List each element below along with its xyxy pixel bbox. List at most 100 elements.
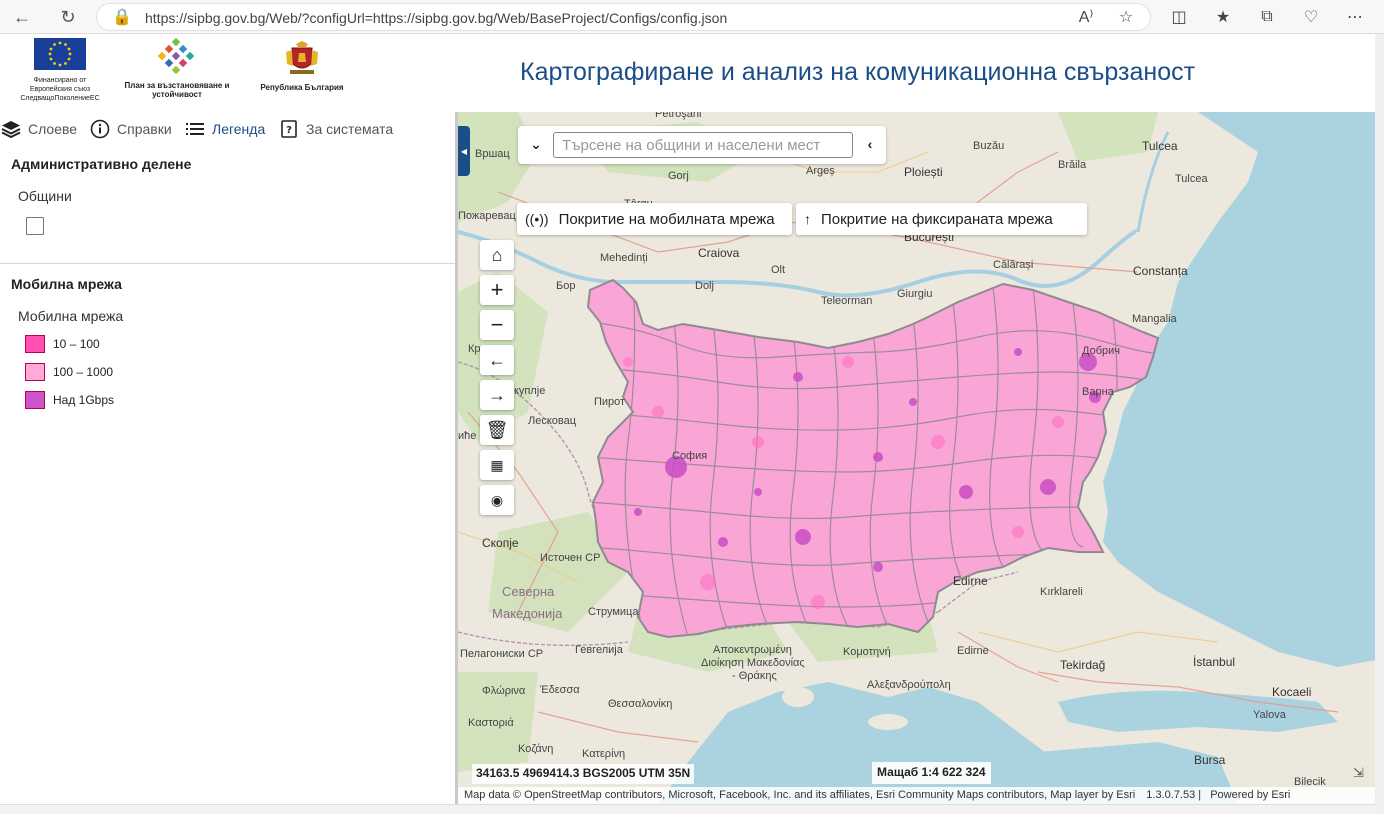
map-label: Brăila [1058,159,1087,171]
map-label: Olt [771,264,786,276]
performance-icon[interactable]: ♡ [1300,6,1322,28]
home-icon: ⌂ [491,244,503,265]
mobile-section-title: Мобилна мрежа [11,276,122,292]
map-label: Kırklareli [1040,586,1083,598]
map-label: Yalova [1253,709,1286,721]
collapse-panel-button[interactable]: ◀ [458,126,470,176]
reload-icon[interactable]: ↻ [56,5,80,29]
zoom-in-button[interactable]: + [480,275,514,305]
municipalities-label: Общини [18,188,72,204]
split-screen-icon[interactable]: ◫ [1168,6,1190,28]
map-label: Пожаревац [458,210,516,222]
antenna-icon: ((•)) [525,211,549,227]
map-label: Διοίκηση Μακεδονίας [701,657,805,669]
map-label: Вршац [475,148,510,160]
home-button[interactable]: ⌂ [480,240,514,270]
search-input[interactable] [553,132,853,158]
legend-label: 100 – 1000 [53,365,114,379]
attribution-text: Map data © OpenStreetMap contributors, M… [464,789,1136,801]
collections-icon[interactable]: ⧉ [1256,6,1278,28]
tab-reports[interactable]: Справки [89,118,172,140]
list-icon [184,118,206,140]
page-scrollbar[interactable] [1375,34,1384,814]
tab-layers[interactable]: Слоеве [0,118,77,140]
page-title: Картографиране и анализ на комуникационн… [520,58,1196,86]
address-bar[interactable]: 🔒 https://sipbg.gov.bg/Web/?configUrl=ht… [96,3,1151,31]
plan-logo-caption: План за възстановяване и устойчивост [124,81,230,99]
map-label: Bursa [1194,753,1226,767]
qr-code-button[interactable]: ▦ [480,450,514,480]
chevron-down-icon[interactable]: ⌄ [526,134,546,154]
previous-extent-button[interactable]: ← [480,345,514,375]
fixed-coverage-button[interactable]: ↑ Покритие на фиксираната мрежа [796,203,1087,235]
map-label: Θεσσαλονίκη [608,698,673,710]
chevron-left-icon[interactable]: ‹ [860,134,880,154]
eu-logo: Финансирано от Европейския съюз Следващо… [14,38,106,103]
map-label: Κοζάνη [518,743,554,755]
admin-section-title: Административно делене [11,156,192,172]
map-label: Tulcea [1175,173,1208,185]
map-label: Buzău [973,140,1005,152]
bottom-strip [0,804,1375,814]
arrow-left-icon: ← [488,349,506,370]
legend-swatch [25,363,45,381]
map-label: Edirne [957,645,989,657]
map-label: Струмица [588,606,639,618]
mobile-coverage-button[interactable]: ((•)) Покритие на мобилната мрежа [517,203,792,235]
municipalities-checkbox[interactable] [26,217,44,235]
map-label: Έδεσσα [540,684,580,696]
map-label: Tulcea [1142,139,1178,153]
more-menu-icon[interactable]: ⋯ [1344,6,1366,28]
map-label: Mangalia [1132,313,1177,325]
legend-item: 10 – 100 [25,335,100,353]
map-label: Пелагониски СР [460,648,544,660]
section-divider [0,263,455,264]
favorite-star-icon[interactable]: ☆ [1115,6,1137,28]
powered-by-link[interactable]: Powered by Esri [1210,789,1290,801]
mobile-coverage-label: Покритие на мобилната мрежа [558,210,775,228]
map-label: Кр [468,343,481,355]
map-label: Северна [502,584,555,599]
locate-button[interactable]: ◉ [480,485,514,515]
read-aloud-icon[interactable]: A⁾ [1075,6,1097,28]
tab-legend[interactable]: Легенда [184,118,265,140]
qr-code-icon: ▦ [490,456,504,473]
bg-logo-caption: Република България [260,83,344,92]
map-label: Petroşani [655,112,702,120]
map-label: Источен СР [540,552,601,564]
map-label: Македонија [492,606,563,621]
legend-item: 100 – 1000 [25,363,113,381]
trash-icon: 🗑 [485,419,509,440]
map-label: Καστοριά [468,717,514,729]
coordinates-readout: 34163.5 4969414.3 BGS2005 UTM 35N [472,764,695,784]
map-label: Gorj [668,170,689,182]
map-label: Бор [556,280,576,292]
map-label: İstanbul [1193,655,1236,669]
map-label: Ploiești [904,165,943,179]
map-label: София [672,450,708,462]
info-icon [89,118,111,140]
map-label: Tekirdağ [1060,658,1106,672]
url-text: https://sipbg.gov.bg/Web/?configUrl=http… [145,10,728,26]
clear-button[interactable]: 🗑 [480,415,514,445]
map-label: Teleorman [821,295,873,307]
eu-flag-icon [34,38,86,70]
next-extent-button[interactable]: → [480,380,514,410]
zoom-out-button[interactable]: − [480,310,514,340]
map-label: Гевгелија [575,644,623,656]
tab-about[interactable]: ? За системата [278,118,393,140]
map-label: Скопје [482,536,519,550]
map-label: Kocaeli [1272,685,1312,699]
back-icon[interactable]: ← [10,5,34,29]
legend-label: Над 1Gbps [53,393,115,407]
map-label: куплје [514,385,546,397]
mobile-layer-label: Мобилна мрежа [18,308,124,324]
map-label: Κομοτηνή [843,646,891,658]
map-label: Κατερίνη [582,748,626,760]
map-attribution: Map data © OpenStreetMap contributors, M… [458,787,1375,805]
expand-icon[interactable]: ⇲ [1353,765,1369,781]
map-label: Craiova [698,246,740,260]
favorites-icon[interactable]: ★ [1212,6,1234,28]
arrow-right-icon: → [488,384,506,405]
map-label: Варна [1082,386,1114,398]
